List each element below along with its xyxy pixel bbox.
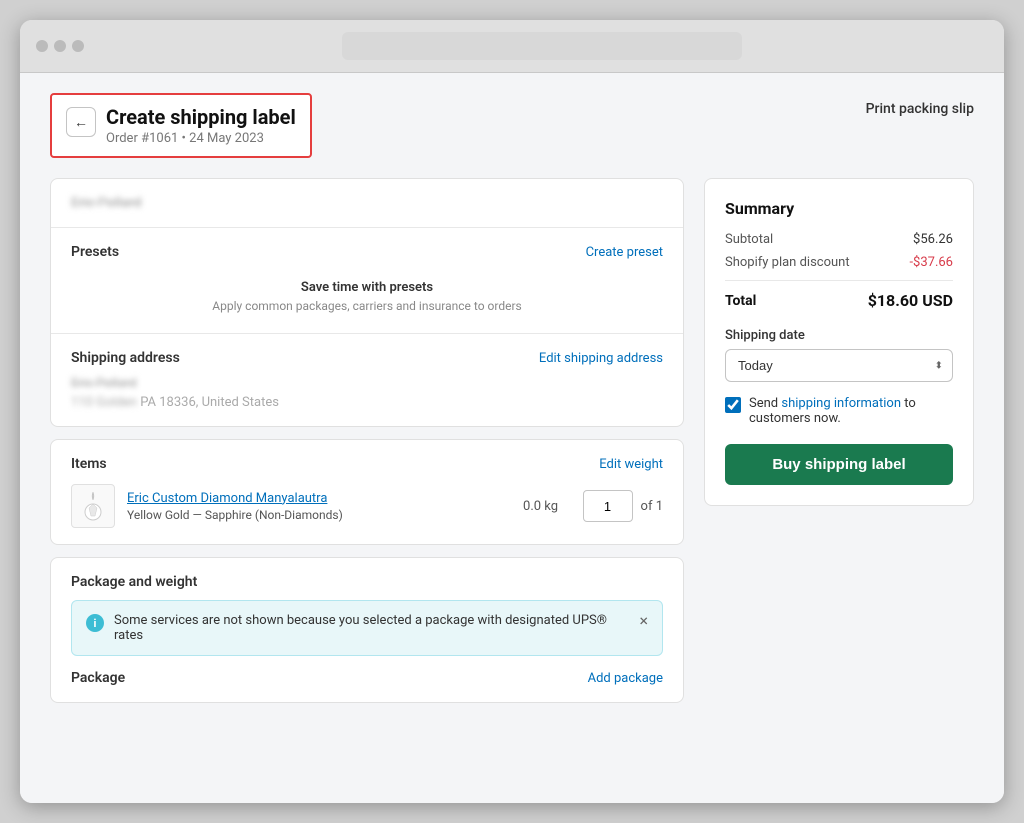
browser-toolbar [20,20,1004,73]
close-banner-button[interactable]: × [639,613,648,629]
presets-section: Presets Create preset Save time with pre… [51,228,683,334]
address-city: PA 18336, United States [140,395,279,410]
address-name: Eric Pollard [71,376,663,391]
item-thumbnail [71,484,115,528]
discount-value: -$37.66 [909,255,953,270]
page-header: ← Create shipping label Order #1061 • 24… [50,93,974,158]
items-card: Items Edit weight [50,439,684,545]
buy-shipping-label-button[interactable]: Buy shipping label [725,444,953,485]
shipping-address-header: Shipping address Edit shipping address [71,350,663,366]
dot-3 [72,40,84,52]
presets-empty-state: Save time with presets Apply common pack… [71,270,663,317]
summary-title: Summary [725,199,953,218]
item-info: Eric Custom Diamond Manyalautra Yellow G… [127,491,499,522]
total-row: Total $18.60 USD [725,291,953,310]
dot-1 [36,40,48,52]
customer-card: Eric Pollard Presets Create preset Save … [50,178,684,427]
item-row: Eric Custom Diamond Manyalautra Yellow G… [71,484,663,528]
dot-2 [54,40,66,52]
item-name[interactable]: Eric Custom Diamond Manyalautra [127,491,499,506]
checkbox-label-prefix: Send [749,396,781,411]
subtotal-label: Subtotal [725,232,773,247]
back-button[interactable]: ← [66,107,96,137]
package-card: Package and weight i Some services are n… [50,557,684,703]
items-section: Items Edit weight [51,440,683,544]
shipping-date-section: Shipping date Today ⬍ [725,328,953,382]
shipping-date-select[interactable]: Today [725,349,953,382]
presets-empty-title: Save time with presets [71,280,663,295]
browser-window: ← Create shipping label Order #1061 • 24… [20,20,1004,803]
customer-name: Eric Pollard [71,195,663,211]
info-banner: i Some services are not shown because yo… [71,600,663,656]
item-weight: 0.0 kg [511,499,571,514]
package-label: Package [71,670,125,686]
send-info-checkbox-row: Send shipping information to customers n… [725,396,953,426]
item-variant: Yellow Gold — Sapphire (Non-Diamonds) [127,508,499,522]
page-content: ← Create shipping label Order #1061 • 24… [20,73,1004,803]
subtotal-value: $56.26 [913,232,953,247]
edit-shipping-address-link[interactable]: Edit shipping address [539,351,663,366]
address-line: 110 Golden PA 18336, United States [71,395,663,410]
discount-label: Shopify plan discount [725,255,850,270]
summary-divider [725,280,953,281]
package-footer: Package Add package [71,670,663,686]
add-package-link[interactable]: Add package [588,671,663,686]
page-subtitle: Order #1061 • 24 May 2023 [106,131,296,146]
shipping-address-section: Shipping address Edit shipping address E… [51,334,683,426]
total-label: Total [725,293,756,309]
presets-empty-desc: Apply common packages, carriers and insu… [71,299,663,313]
create-preset-link[interactable]: Create preset [586,245,663,260]
package-section: Package and weight i Some services are n… [51,558,683,702]
info-icon: i [86,614,104,632]
package-section-header: Package and weight [71,574,663,590]
item-qty-of: of 1 [641,499,663,514]
item-qty-box: of 1 [583,490,663,522]
header-left-section: ← Create shipping label Order #1061 • 24… [50,93,312,158]
shipping-address-title: Shipping address [71,350,180,366]
edit-weight-link[interactable]: Edit weight [599,457,663,472]
presets-title: Presets [71,244,119,260]
page-title-group: Create shipping label Order #1061 • 24 M… [106,105,296,146]
info-banner-text: Some services are not shown because you … [114,613,629,643]
shipping-info-link[interactable]: shipping information [781,396,901,411]
right-panel: Summary Subtotal $56.26 Shopify plan dis… [704,178,974,506]
page-title: Create shipping label [106,105,296,129]
print-packing-slip-link[interactable]: Print packing slip [866,93,974,117]
shipping-date-label: Shipping date [725,328,953,343]
summary-card: Summary Subtotal $56.26 Shopify plan dis… [704,178,974,506]
send-info-label: Send shipping information to customers n… [749,396,953,426]
items-header: Items Edit weight [71,456,663,472]
jewelry-icon [81,490,105,522]
browser-dots [36,40,84,52]
main-layout: Eric Pollard Presets Create preset Save … [50,178,974,703]
customer-section: Eric Pollard [51,179,683,228]
total-value: $18.60 USD [868,291,953,310]
item-qty-input[interactable] [583,490,633,522]
shipping-date-select-wrapper: Today ⬍ [725,349,953,382]
send-info-checkbox[interactable] [725,397,741,413]
items-title: Items [71,456,107,472]
address-street: 110 Golden [71,395,137,410]
presets-header: Presets Create preset [71,244,663,260]
package-section-title: Package and weight [71,574,197,590]
left-panel: Eric Pollard Presets Create preset Save … [50,178,684,703]
subtotal-row: Subtotal $56.26 [725,232,953,247]
address-bar[interactable] [342,32,742,60]
discount-row: Shopify plan discount -$37.66 [725,255,953,270]
